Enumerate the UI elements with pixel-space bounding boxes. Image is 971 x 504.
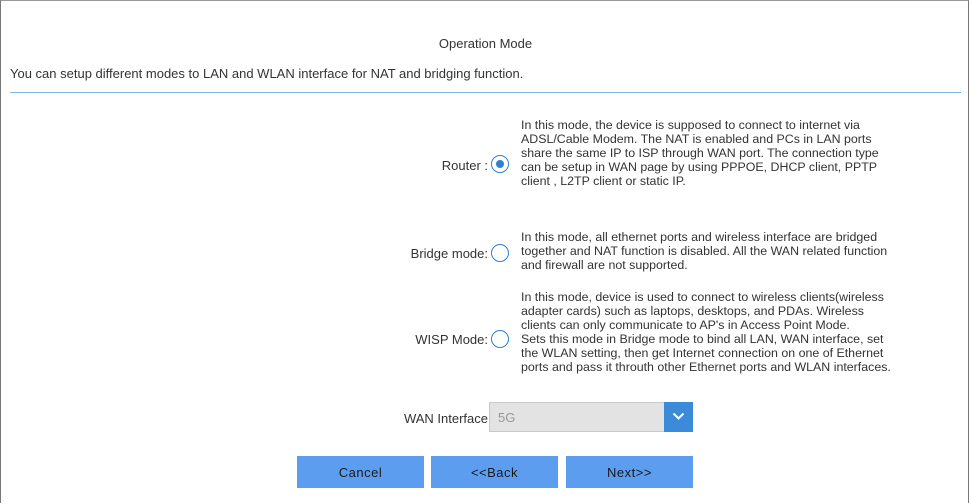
router-description-line: In this mode, the device is supposed to … bbox=[521, 118, 860, 132]
wisp-label: WISP Mode: bbox=[415, 332, 488, 347]
wisp-description-line: the WLAN setting, then get Internet conn… bbox=[521, 346, 884, 360]
router-description-line: share the same IP to ISP through WAN por… bbox=[521, 146, 879, 160]
chevron-down-icon bbox=[672, 412, 685, 420]
router-description: In this mode, the device is supposed to … bbox=[521, 118, 967, 188]
wisp-description-line: clients can only communicate to AP's in … bbox=[521, 318, 850, 332]
router-label: Router : bbox=[441, 158, 488, 173]
back-button[interactable]: <<Back bbox=[431, 456, 558, 488]
header-divider bbox=[10, 92, 961, 93]
wisp-description: In this mode, device is used to connect … bbox=[521, 290, 967, 374]
bridge-description: In this mode, all ethernet ports and wir… bbox=[521, 230, 967, 272]
router-description-line: client , L2TP client or static IP. bbox=[521, 174, 686, 188]
router-description-line: ADSL/Cable Modem. The NAT is enabled and… bbox=[521, 132, 872, 146]
bridge-label: Bridge mode: bbox=[410, 246, 488, 261]
bridge-description-line: In this mode, all ethernet ports and wir… bbox=[521, 230, 878, 244]
bridge-radio[interactable] bbox=[491, 244, 509, 262]
bridge-description-line: together and NAT function is disabled. A… bbox=[521, 244, 888, 258]
bridge-description-line: and firewall are not supported. bbox=[521, 258, 688, 272]
wan-interface-label: WAN Interface bbox=[403, 411, 488, 426]
wan-interface-value: 5G bbox=[498, 410, 516, 425]
page-title: Operation Mode bbox=[438, 36, 533, 51]
wisp-radio[interactable] bbox=[491, 330, 509, 348]
next-button[interactable]: Next>> bbox=[566, 456, 693, 488]
wan-interface-select[interactable]: 5G bbox=[489, 402, 693, 432]
cancel-button[interactable]: Cancel bbox=[297, 456, 424, 488]
router-description-line: can be setup in WAN page by using PPPOE,… bbox=[521, 160, 878, 174]
wisp-description-line: adapter cards) such as laptops, desktops… bbox=[521, 304, 864, 318]
wisp-description-line: In this mode, device is used to connect … bbox=[521, 290, 884, 304]
router-radio[interactable] bbox=[491, 155, 509, 173]
dropdown-toggle[interactable] bbox=[664, 402, 693, 432]
wisp-description-line: ports and pass it throuth other Ethernet… bbox=[521, 360, 891, 374]
page-subtitle: You can setup different modes to LAN and… bbox=[10, 66, 524, 81]
wisp-description-line: Sets this mode in Bridge mode to bind al… bbox=[521, 332, 884, 346]
